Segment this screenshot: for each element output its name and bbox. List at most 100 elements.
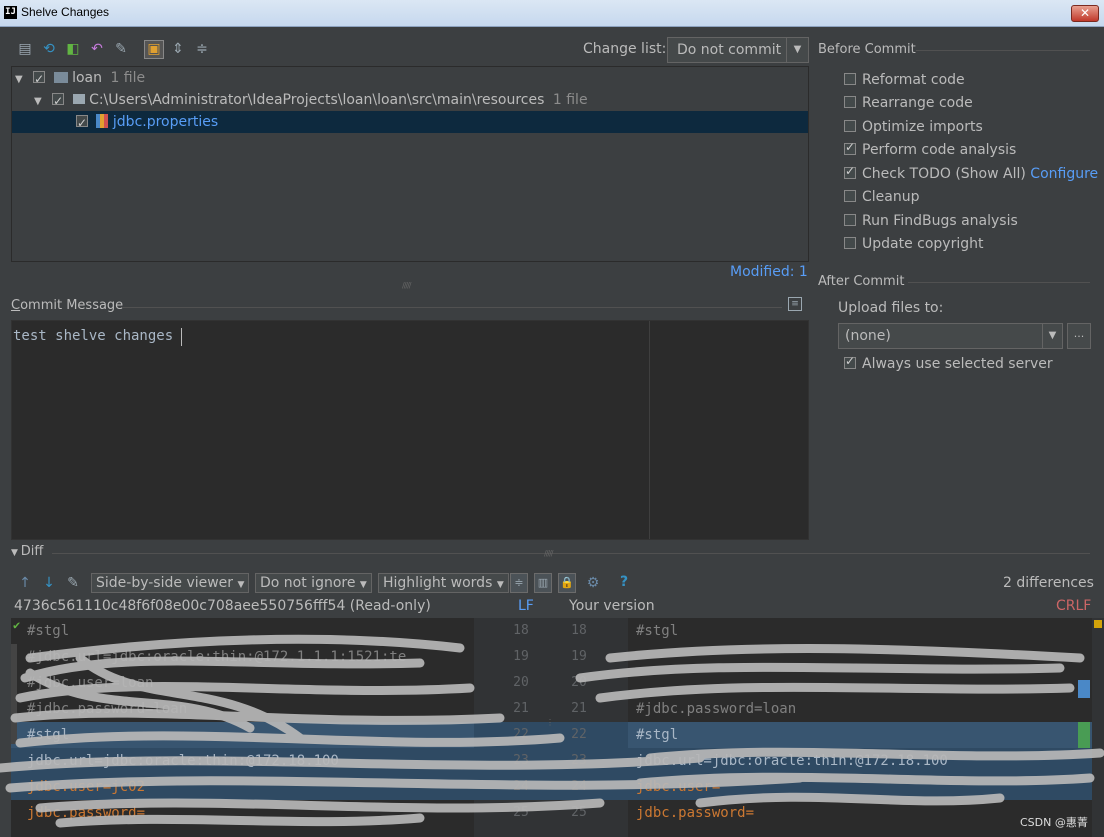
update-copyright-checkbox[interactable]	[844, 237, 856, 249]
reformat-code-option[interactable]: Reformat code	[844, 72, 965, 88]
diff-icon[interactable]: ◧	[65, 41, 81, 57]
splitter-grip[interactable]: ⋮	[546, 718, 554, 727]
file-checkbox[interactable]	[76, 112, 88, 134]
differences-count: 2 differences	[1003, 575, 1094, 591]
cleanup-option[interactable]: Cleanup	[844, 189, 920, 205]
line-number: 21	[513, 701, 529, 716]
chevron-down-icon: ▼	[496, 580, 504, 590]
changelist-value: Do not commit	[677, 42, 782, 58]
directory-path: C:\Users\Administrator\IdeaProjects\loan…	[89, 92, 545, 108]
tree-row-file[interactable]: jdbc.properties	[12, 111, 808, 134]
ignore-whitespace-dropdown[interactable]: Do not ignore ▼	[255, 573, 372, 593]
upload-server-value: (none)	[845, 328, 891, 344]
perform-code-analysis-option[interactable]: Perform code analysis	[844, 140, 1016, 158]
tree-row-module[interactable]: ▼ loan 1 file	[12, 67, 808, 90]
optimize-imports-option[interactable]: Optimize imports	[844, 119, 983, 135]
group-by-directory-icon[interactable]: ▣	[144, 40, 164, 59]
reformat-code-checkbox[interactable]	[844, 73, 856, 85]
line-number: 22	[513, 727, 529, 742]
diff-left-line: #stgl	[27, 623, 70, 639]
changed-block-highlight	[474, 722, 628, 800]
chevron-down-icon: ▼	[786, 38, 808, 62]
left-line-separator[interactable]: LF	[518, 598, 534, 614]
always-use-server-option[interactable]: Always use selected server	[844, 354, 1053, 372]
rearrange-code-option[interactable]: Rearrange code	[844, 95, 973, 111]
diff-section-toggle[interactable]: ▼ Diff	[11, 544, 43, 559]
window-title: Shelve Changes	[21, 5, 110, 19]
file-count: 1 file	[552, 92, 588, 108]
update-copyright-option[interactable]: Update copyright	[844, 236, 983, 252]
diff-left-editor[interactable]: ✔ #stgl #jdbc.url=jdbc:oracle:thin:@172.…	[11, 618, 474, 837]
line-number: 25	[513, 805, 529, 820]
highlight-mode-dropdown[interactable]: Highlight words ▼	[378, 573, 509, 593]
rollback-icon[interactable]: ↶	[89, 41, 105, 57]
before-commit-title: Before Commit	[818, 42, 916, 57]
commit-history-icon[interactable]: ≡	[788, 297, 802, 311]
warning-marker	[1094, 620, 1102, 628]
cleanup-checkbox[interactable]	[844, 190, 856, 202]
diff-left-line: jdbc.user=jc02	[11, 774, 474, 800]
modified-count: Modified: 1	[730, 264, 808, 280]
diff-left-line: #jdbc.password=loan	[27, 701, 188, 717]
collapse-unchanged-icon[interactable]: ≑	[510, 573, 528, 593]
check-todo-option[interactable]: Check TODO (Show All) Configure	[844, 164, 1098, 182]
optimize-imports-checkbox[interactable]	[844, 120, 856, 132]
diff-left-line: #stgl	[11, 722, 474, 748]
module-name: loan	[72, 70, 102, 86]
viewer-mode-dropdown[interactable]: Side-by-side viewer ▼	[91, 573, 250, 593]
settings-gear-icon[interactable]: ⚙	[585, 575, 601, 591]
perform-code-analysis-checkbox[interactable]	[844, 140, 856, 155]
right-revision-label: Your version	[569, 598, 655, 614]
commit-message-editor[interactable]: test shelve changes	[11, 320, 809, 540]
configure-link[interactable]: Configure	[1030, 166, 1098, 182]
right-line-separator[interactable]: CRLF	[1056, 598, 1091, 614]
close-button[interactable]: ✕	[1071, 5, 1099, 22]
splitter-grip[interactable]: /////	[402, 281, 412, 290]
line-number: 24	[513, 779, 529, 794]
refresh-icon[interactable]: ⟲	[41, 41, 57, 57]
module-checkbox[interactable]	[33, 68, 46, 90]
splitter-grip[interactable]: /////	[544, 549, 554, 558]
diff-left-line: jdbc.password=	[27, 805, 146, 821]
left-revision-label: 4736c561110c48f6f08e00c708aee550756fff54…	[14, 598, 431, 614]
line-number: 23	[513, 753, 529, 768]
tree-row-directory[interactable]: ▼ C:\Users\Administrator\IdeaProjects\lo…	[12, 89, 808, 112]
lock-icon[interactable]: 🔒	[558, 573, 576, 593]
diff-right-line	[628, 644, 1092, 670]
diff-right-editor[interactable]: #stgl #jdbc.password=loan #stgl jdbc.url…	[628, 618, 1092, 837]
previous-difference-icon[interactable]: ↑	[17, 575, 33, 591]
changelist-dropdown[interactable]: Do not commit ▼	[667, 37, 809, 63]
diff-error-stripe[interactable]	[1078, 618, 1104, 837]
always-use-server-checkbox[interactable]	[844, 354, 856, 369]
synchronize-scrolling-icon[interactable]: ▥	[534, 573, 552, 593]
directory-checkbox[interactable]	[52, 90, 65, 112]
line-number: 23	[571, 753, 587, 768]
expand-arrow-icon[interactable]: ▼	[15, 74, 23, 85]
edit-source-icon[interactable]: ✎	[113, 41, 129, 57]
collapse-all-icon[interactable]: ≑	[194, 41, 210, 57]
line-number: 25	[571, 805, 587, 820]
line-number: 20	[571, 675, 587, 690]
text-caret	[181, 328, 182, 346]
intellij-logo-icon: IJ	[4, 6, 17, 19]
run-findbugs-checkbox[interactable]	[844, 214, 856, 226]
run-findbugs-option[interactable]: Run FindBugs analysis	[844, 213, 1018, 229]
properties-file-icon	[96, 114, 109, 128]
next-difference-icon[interactable]: ↓	[41, 575, 57, 591]
edit-source-icon[interactable]: ✎	[65, 575, 81, 591]
shelve-icon[interactable]: ▤	[17, 41, 33, 57]
browse-servers-button[interactable]: ...	[1067, 323, 1091, 349]
diff-right-line	[628, 670, 1092, 696]
change-marker[interactable]	[1078, 680, 1090, 698]
changes-tree[interactable]: ▼ loan 1 file ▼ C:\Users\Administrator\I…	[11, 66, 809, 262]
expand-arrow-icon[interactable]: ▼	[34, 96, 42, 107]
separator	[52, 553, 1090, 554]
help-icon[interactable]: ?	[616, 574, 632, 590]
change-marker[interactable]	[1078, 722, 1090, 748]
diff-left-line: jdbc.url=jdbc:oracle:thin:@172.18.100	[11, 748, 474, 774]
rearrange-code-checkbox[interactable]	[844, 96, 856, 108]
check-todo-checkbox[interactable]	[844, 164, 856, 179]
module-folder-icon	[53, 72, 68, 83]
upload-server-dropdown[interactable]: (none) ▼	[838, 323, 1063, 349]
expand-all-icon[interactable]: ⇕	[170, 41, 186, 57]
